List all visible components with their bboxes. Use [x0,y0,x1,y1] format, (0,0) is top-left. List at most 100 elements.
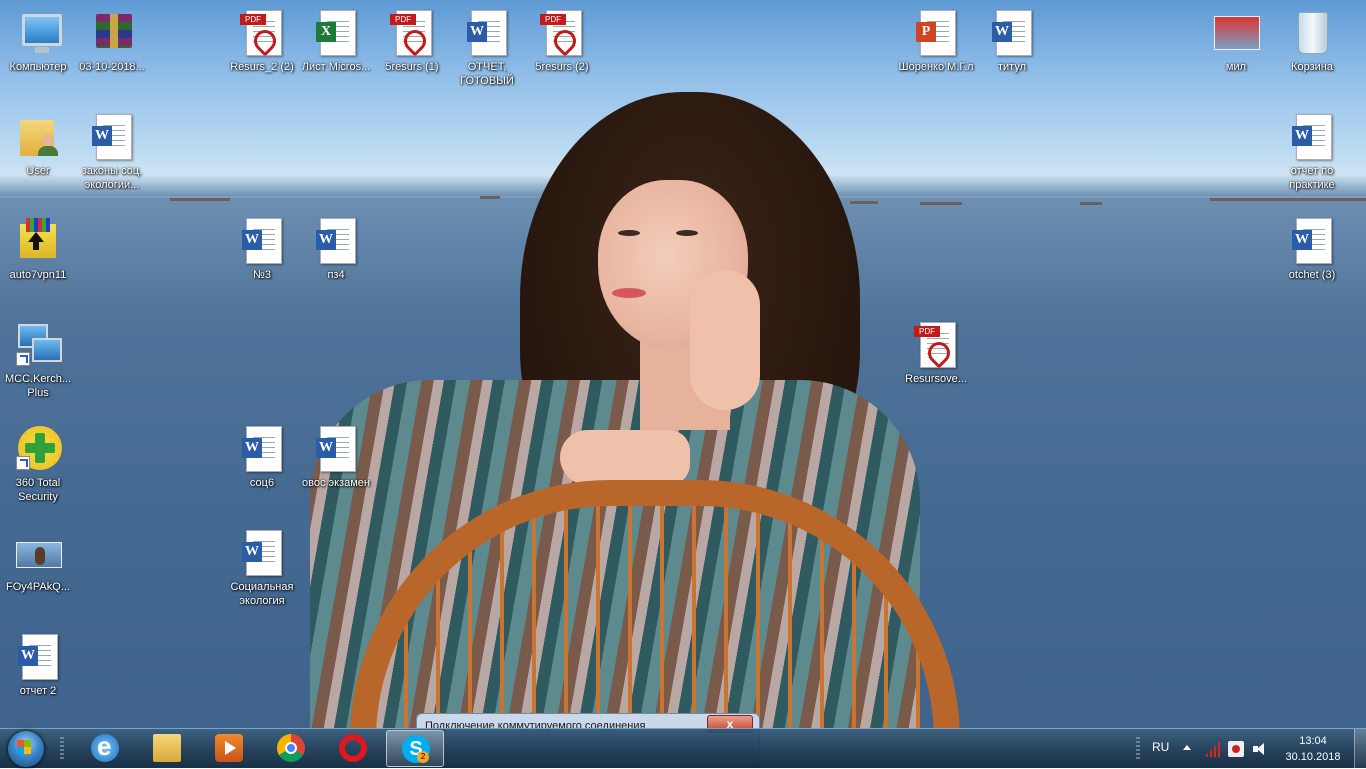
pdf-icon: PDF [240,14,266,25]
desktop-icon-360-total-security[interactable]: 360 Total Security [0,424,76,504]
ship [920,202,962,205]
shortcut-arrow-icon [16,352,30,366]
media-player-icon [215,734,243,762]
taskbar-grip [1136,737,1140,761]
folder-icon [153,734,181,762]
word-icon: W [242,542,262,562]
ship [850,201,878,204]
woman-hand [690,270,760,410]
word-icon: W [992,22,1012,42]
ship [1210,198,1366,201]
woman-eye [618,230,640,236]
desktop-icon-label: Шоренко М.Г.л [898,61,974,73]
taskbar-media-player[interactable] [200,730,258,767]
desktop-icon-label: отчет 2 [19,685,57,697]
word-icon: W [316,230,336,250]
desktop-icon-recycle-bin[interactable]: Корзина [1274,8,1350,74]
desktop-icon-5resurs-1[interactable]: PDF 5resurs (1) [374,8,450,74]
desktop-icon-foy4pakq[interactable]: FOy4PAkQ... [0,528,76,594]
opera-icon [339,734,367,762]
clock-date: 30.10.2018 [1285,751,1341,763]
desktop-icon-label: пз4 [327,269,345,281]
desktop-icon-zakony[interactable]: W законы соц. экологии... [74,112,150,192]
system-clock[interactable]: 13:04 30.10.2018 [1282,733,1344,765]
power-icon[interactable] [1228,741,1244,757]
desktop-icon-label: Resurs_2 (2) [230,61,294,73]
woman-hand [560,430,690,485]
windows-logo-icon [17,740,31,754]
desktop-icon-otchet-3[interactable]: W otchet (3) [1274,216,1350,282]
ship [1080,202,1102,205]
desktop-icon-label: титул [997,61,1027,73]
pdf-icon: PDF [914,326,940,337]
taskbar-chrome[interactable] [262,730,320,767]
pdf-icon: PDF [390,14,416,25]
desktop-icon-pz4[interactable]: W пз4 [298,216,374,282]
desktop-icon-titul[interactable]: W титул [974,8,1050,74]
network-signal-icon[interactable] [1204,741,1220,757]
desktop-icon-label: ОТЧЕТ, ГОТОВЫЙ [460,61,514,87]
taskbar-skype[interactable]: S 2 [386,730,444,767]
network-shortcut-icon [32,338,62,362]
desktop-icon-label: Социальная экология [230,581,294,607]
desktop-icon-label: отчет по практике [1289,165,1335,191]
taskbar: S 2 RU 13:04 30.10.2018 [0,728,1366,769]
desktop-icon-ovos-ekzamen[interactable]: W овос экзамен [298,424,374,490]
internet-explorer-icon [91,731,119,762]
desktop-icon-otchet-gotovy[interactable]: W ОТЧЕТ, ГОТОВЫЙ [449,8,525,88]
desktop-icon-label: Лист Micros... [301,61,371,73]
powerpoint-thumbnail-icon [1214,16,1260,50]
desktop-icon-resurs-2[interactable]: PDF Resurs_2 (2) [224,8,300,74]
desktop-icon-label: законы соц. экологии... [81,165,143,191]
taskbar-opera[interactable] [324,730,382,767]
desktop-icon-computer[interactable]: Компьютер [0,8,76,74]
excel-icon: X [316,22,336,42]
woman-lips [612,288,646,298]
desktop-icon-no3[interactable]: W №3 [224,216,300,282]
desktop-icon-user[interactable]: User [0,112,76,178]
computer-icon [22,14,62,53]
ship [480,196,500,199]
show-hidden-icons-icon[interactable] [1183,745,1191,750]
desktop-icon-shorenko[interactable]: P Шоренко М.Г.л [898,8,974,74]
woman-eye [676,230,698,236]
word-icon: W [316,438,336,458]
start-button[interactable] [4,729,48,769]
desktop-icon-resursove[interactable]: PDF Resursove... [898,320,974,386]
desktop-icon-soc6[interactable]: W соц6 [224,424,300,490]
word-icon: W [242,230,262,250]
word-icon: W [467,22,487,42]
taskbar-windows-explorer[interactable] [138,730,196,767]
desktop-icon-archive-03-10-2018[interactable]: 03-10-2018... [74,8,150,74]
desktop-icon-auto7vpn11[interactable]: auto7vpn11 [0,216,76,282]
desktop-icon-label: auto7vpn11 [9,269,67,281]
desktop-wallpaper [0,0,1366,728]
desktop-icon-otchet-po-praktike[interactable]: W отчет по практике [1274,112,1350,192]
taskbar-internet-explorer[interactable] [76,730,134,767]
desktop-icon-socialnaya-ekologiya[interactable]: W Социальная экология [224,528,300,608]
word-icon: W [242,438,262,458]
desktop-icon-label: 360 Total Security [15,477,61,503]
desktop-icon-mil[interactable]: мил [1198,8,1274,74]
desktop-icon-otchet-2[interactable]: W отчет 2 [0,632,76,698]
desktop-icon-label: MCC.Kerch... Plus [4,373,71,399]
desktop-icon-label: 03-10-2018... [79,61,145,73]
desktop-icon-label: №3 [253,269,271,281]
desktop-icon-list-excel[interactable]: X Лист Micros... [298,8,374,74]
clock-time: 13:04 [1299,735,1327,747]
desktop-icon-label: овос экзамен [302,477,370,489]
show-desktop-button[interactable] [1354,729,1366,769]
word-icon: W [18,646,38,666]
winrar-archive-icon [96,14,132,48]
ship [170,198,230,201]
desktop-icon-5resurs-2[interactable]: PDF 5resurs (2) [524,8,600,74]
shortcut-arrow-icon [16,456,30,470]
language-indicator[interactable]: RU [1152,740,1169,754]
skype-notification-badge: 2 [417,751,429,763]
word-icon: W [92,126,112,146]
desktop-icon-mcc-kerch[interactable]: MCC.Kerch... Plus [0,320,76,400]
volume-icon[interactable] [1251,741,1267,757]
chrome-icon [277,734,305,762]
recycle-bin-icon [1298,12,1328,54]
desktop-icon-label: User [26,165,50,177]
